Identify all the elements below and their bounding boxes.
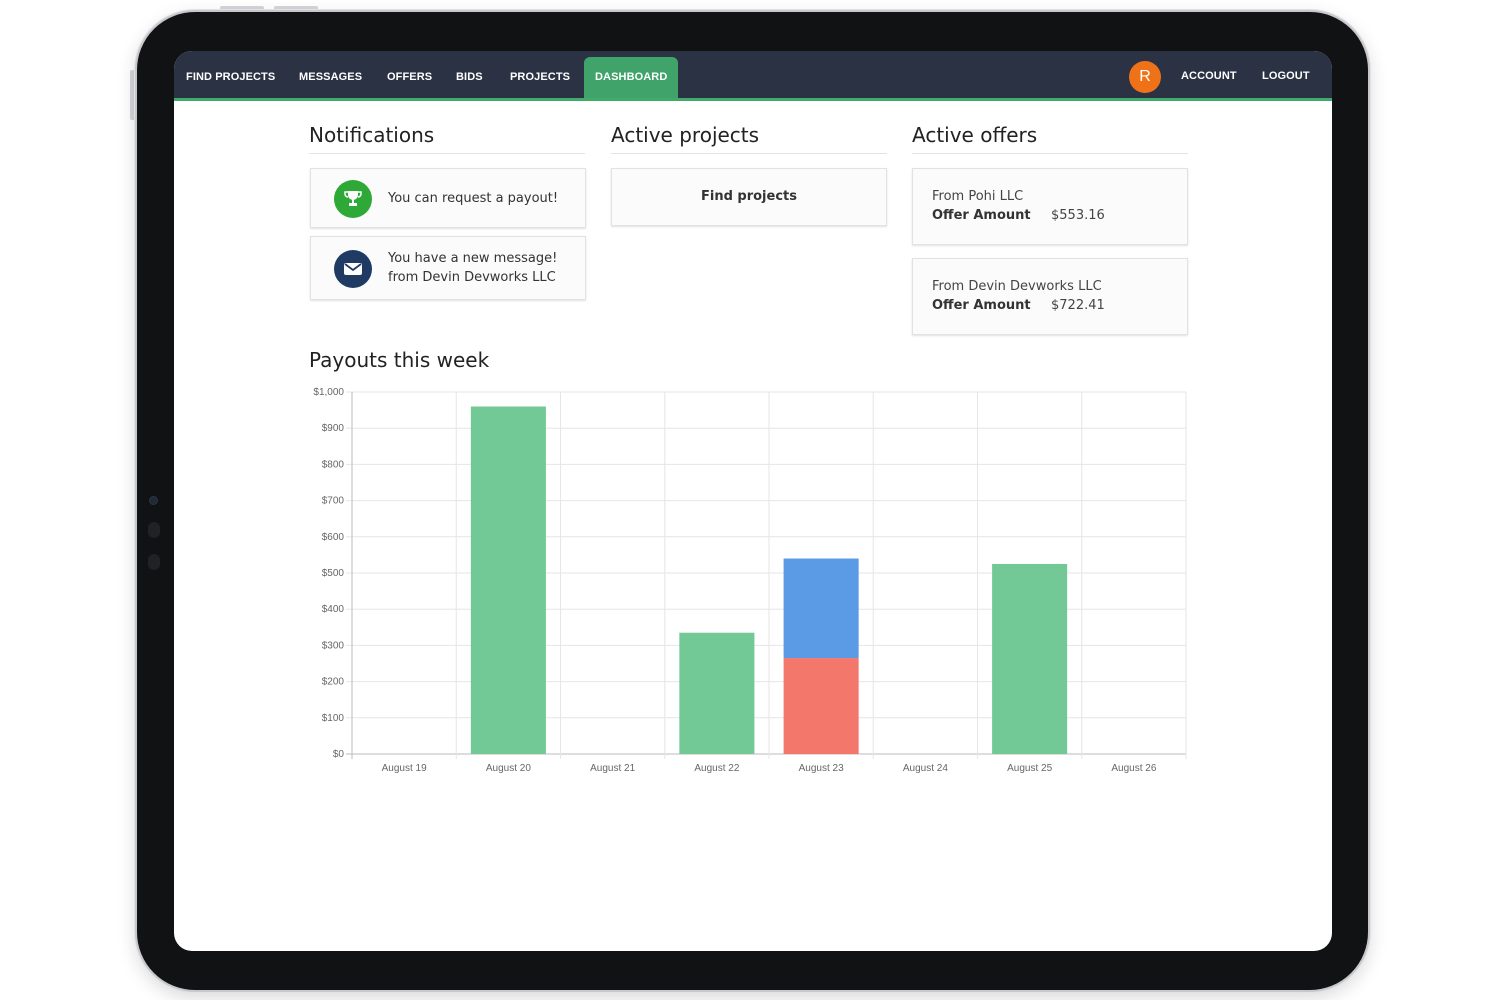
nav-find-projects[interactable]: FIND PROJECTS bbox=[186, 71, 275, 83]
x-tick-label: August 19 bbox=[382, 763, 427, 774]
notifications-title: Notifications bbox=[309, 123, 435, 147]
x-tick-label: August 20 bbox=[486, 763, 531, 774]
divider bbox=[611, 153, 887, 154]
envelope-icon bbox=[334, 250, 372, 288]
payouts-title: Payouts this week bbox=[309, 348, 490, 372]
sensor bbox=[148, 554, 160, 570]
bar bbox=[992, 563, 1068, 754]
top-navbar: FIND PROJECTS MESSAGES OFFERS BIDS PROJE… bbox=[174, 51, 1332, 101]
trophy-icon bbox=[334, 180, 372, 218]
nav-logout[interactable]: LOGOUT bbox=[1262, 70, 1310, 82]
divider bbox=[309, 153, 585, 154]
nav-bids[interactable]: BIDS bbox=[456, 71, 483, 83]
notification-subtext: from Devin Devworks LLC bbox=[388, 270, 556, 285]
notification-card[interactable]: You have a new message! from Devin Devwo… bbox=[310, 236, 586, 300]
offer-card[interactable]: From Pohi LLC Offer Amount $553.16 bbox=[912, 168, 1188, 245]
offer-from: From Pohi LLC bbox=[932, 189, 1024, 204]
divider bbox=[912, 153, 1188, 154]
y-tick-label: $500 bbox=[322, 568, 345, 579]
x-tick-label: August 22 bbox=[694, 763, 739, 774]
bar bbox=[679, 632, 755, 754]
y-tick-label: $900 bbox=[322, 423, 345, 434]
offer-card[interactable]: From Devin Devworks LLC Offer Amount $72… bbox=[912, 258, 1188, 335]
x-tick-label: August 25 bbox=[1007, 763, 1052, 774]
nav-projects[interactable]: PROJECTS bbox=[510, 71, 570, 83]
x-tick-label: August 23 bbox=[799, 763, 844, 774]
offer-amount-value: $553.16 bbox=[1051, 208, 1105, 223]
offer-amount-label: Offer Amount bbox=[932, 298, 1031, 313]
y-tick-label: $400 bbox=[322, 604, 345, 615]
nav-messages[interactable]: MESSAGES bbox=[299, 71, 362, 83]
y-tick-label: $1,000 bbox=[313, 387, 344, 398]
bar bbox=[783, 658, 859, 754]
user-avatar[interactable]: R bbox=[1129, 61, 1161, 93]
bar bbox=[470, 406, 546, 754]
active-projects-title: Active projects bbox=[611, 123, 760, 147]
nav-account[interactable]: ACCOUNT bbox=[1181, 70, 1237, 82]
screen: FIND PROJECTS MESSAGES OFFERS BIDS PROJE… bbox=[174, 51, 1332, 951]
notification-text: You have a new message! bbox=[388, 251, 558, 266]
find-projects-button[interactable]: Find projects bbox=[612, 189, 886, 204]
camera-icon bbox=[149, 496, 158, 505]
y-tick-label: $0 bbox=[333, 749, 345, 760]
nav-dashboard[interactable]: DASHBOARD bbox=[584, 57, 679, 98]
y-tick-label: $200 bbox=[322, 677, 345, 688]
notification-text: You can request a payout! bbox=[388, 191, 559, 206]
payouts-chart: $0 $100 $200 $300 $400 $500 $600 $700 $800 $900 $1… bbox=[313, 387, 1187, 774]
sensor bbox=[148, 522, 160, 538]
notification-card[interactable]: You can request a payout! bbox=[310, 168, 586, 228]
offer-from: From Devin Devworks LLC bbox=[932, 279, 1102, 294]
bar bbox=[783, 558, 859, 659]
offer-amount-value: $722.41 bbox=[1051, 298, 1105, 313]
y-tick-label: $700 bbox=[322, 496, 345, 507]
nav-offers[interactable]: OFFERS bbox=[387, 71, 432, 83]
x-tick-label: August 21 bbox=[590, 763, 635, 774]
active-offers-title: Active offers bbox=[912, 123, 1038, 147]
find-projects-card[interactable]: Find projects bbox=[611, 168, 887, 226]
x-tick-label: August 24 bbox=[903, 763, 948, 774]
offer-amount-label: Offer Amount bbox=[932, 208, 1031, 223]
y-tick-label: $100 bbox=[322, 713, 345, 724]
x-tick-label: August 26 bbox=[1111, 763, 1156, 774]
y-tick-label: $600 bbox=[322, 532, 345, 543]
y-tick-label: $800 bbox=[322, 459, 345, 470]
y-tick-label: $300 bbox=[322, 640, 345, 651]
